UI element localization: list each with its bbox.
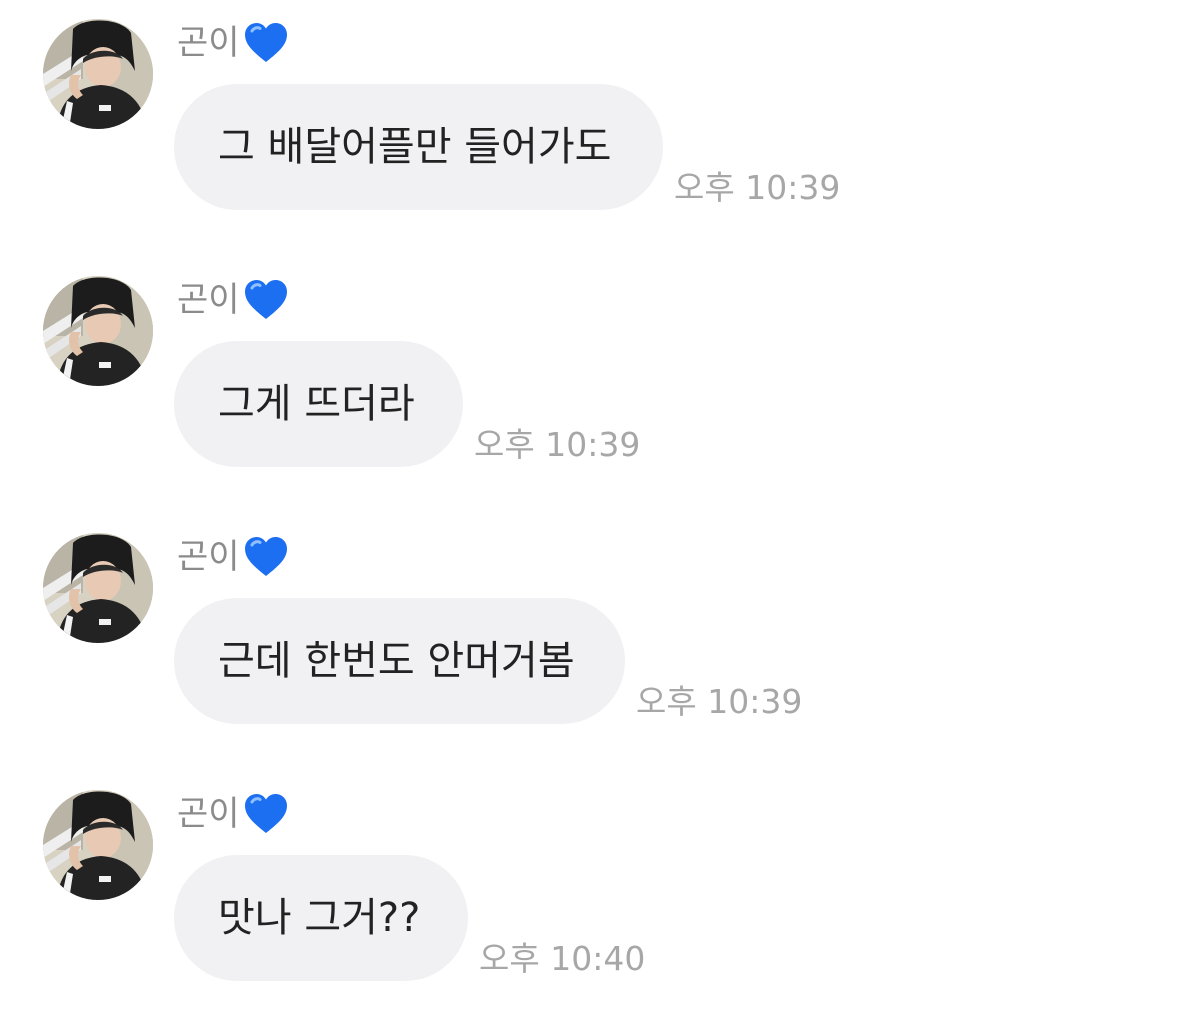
sender-name: 곤이 (177, 537, 240, 577)
profile-photo-icon (43, 19, 153, 129)
message-text: 근데 한번도 안머거봄 (218, 638, 575, 684)
sender-name: 곤이 (177, 280, 240, 320)
profile-photo-icon (43, 533, 153, 643)
sender-row: 곤이 (177, 790, 290, 838)
message-row: 곤이 맛나 그거?? 오후 10:40 (0, 771, 1200, 981)
blue-heart-icon (242, 790, 290, 838)
blue-heart-icon (242, 276, 290, 324)
message-time: 오후 10:39 (636, 682, 803, 721)
message-text: 그게 뜨더라 (218, 381, 415, 427)
message-bubble[interactable]: 그 배달어플만 들어가도 (174, 84, 663, 210)
message-time: 오후 10:40 (479, 939, 646, 978)
message-row: 곤이 근데 한번도 안머거봄 오후 10:39 (0, 514, 1200, 724)
profile-photo-icon (43, 790, 153, 900)
avatar[interactable] (43, 790, 153, 900)
message-bubble[interactable]: 근데 한번도 안머거봄 (174, 598, 625, 724)
message-time: 오후 10:39 (474, 425, 641, 464)
blue-heart-icon (242, 19, 290, 67)
sender-name: 곤이 (177, 794, 240, 834)
avatar[interactable] (43, 19, 153, 129)
sender-name: 곤이 (177, 23, 240, 63)
avatar[interactable] (43, 533, 153, 643)
sender-row: 곤이 (177, 533, 290, 581)
message-bubble[interactable]: 맛나 그거?? (174, 855, 468, 981)
message-row: 곤이 그게 뜨더라 오후 10:39 (0, 257, 1200, 467)
message-row: 곤이 그 배달어플만 들어가도 오후 10:39 (0, 0, 1200, 210)
message-time: 오후 10:39 (674, 168, 841, 207)
blue-heart-icon (242, 533, 290, 581)
message-text: 그 배달어플만 들어가도 (218, 124, 612, 170)
profile-photo-icon (43, 276, 153, 386)
sender-row: 곤이 (177, 19, 290, 67)
avatar[interactable] (43, 276, 153, 386)
message-bubble[interactable]: 그게 뜨더라 (174, 341, 463, 467)
sender-row: 곤이 (177, 276, 290, 324)
message-text: 맛나 그거?? (218, 895, 421, 941)
